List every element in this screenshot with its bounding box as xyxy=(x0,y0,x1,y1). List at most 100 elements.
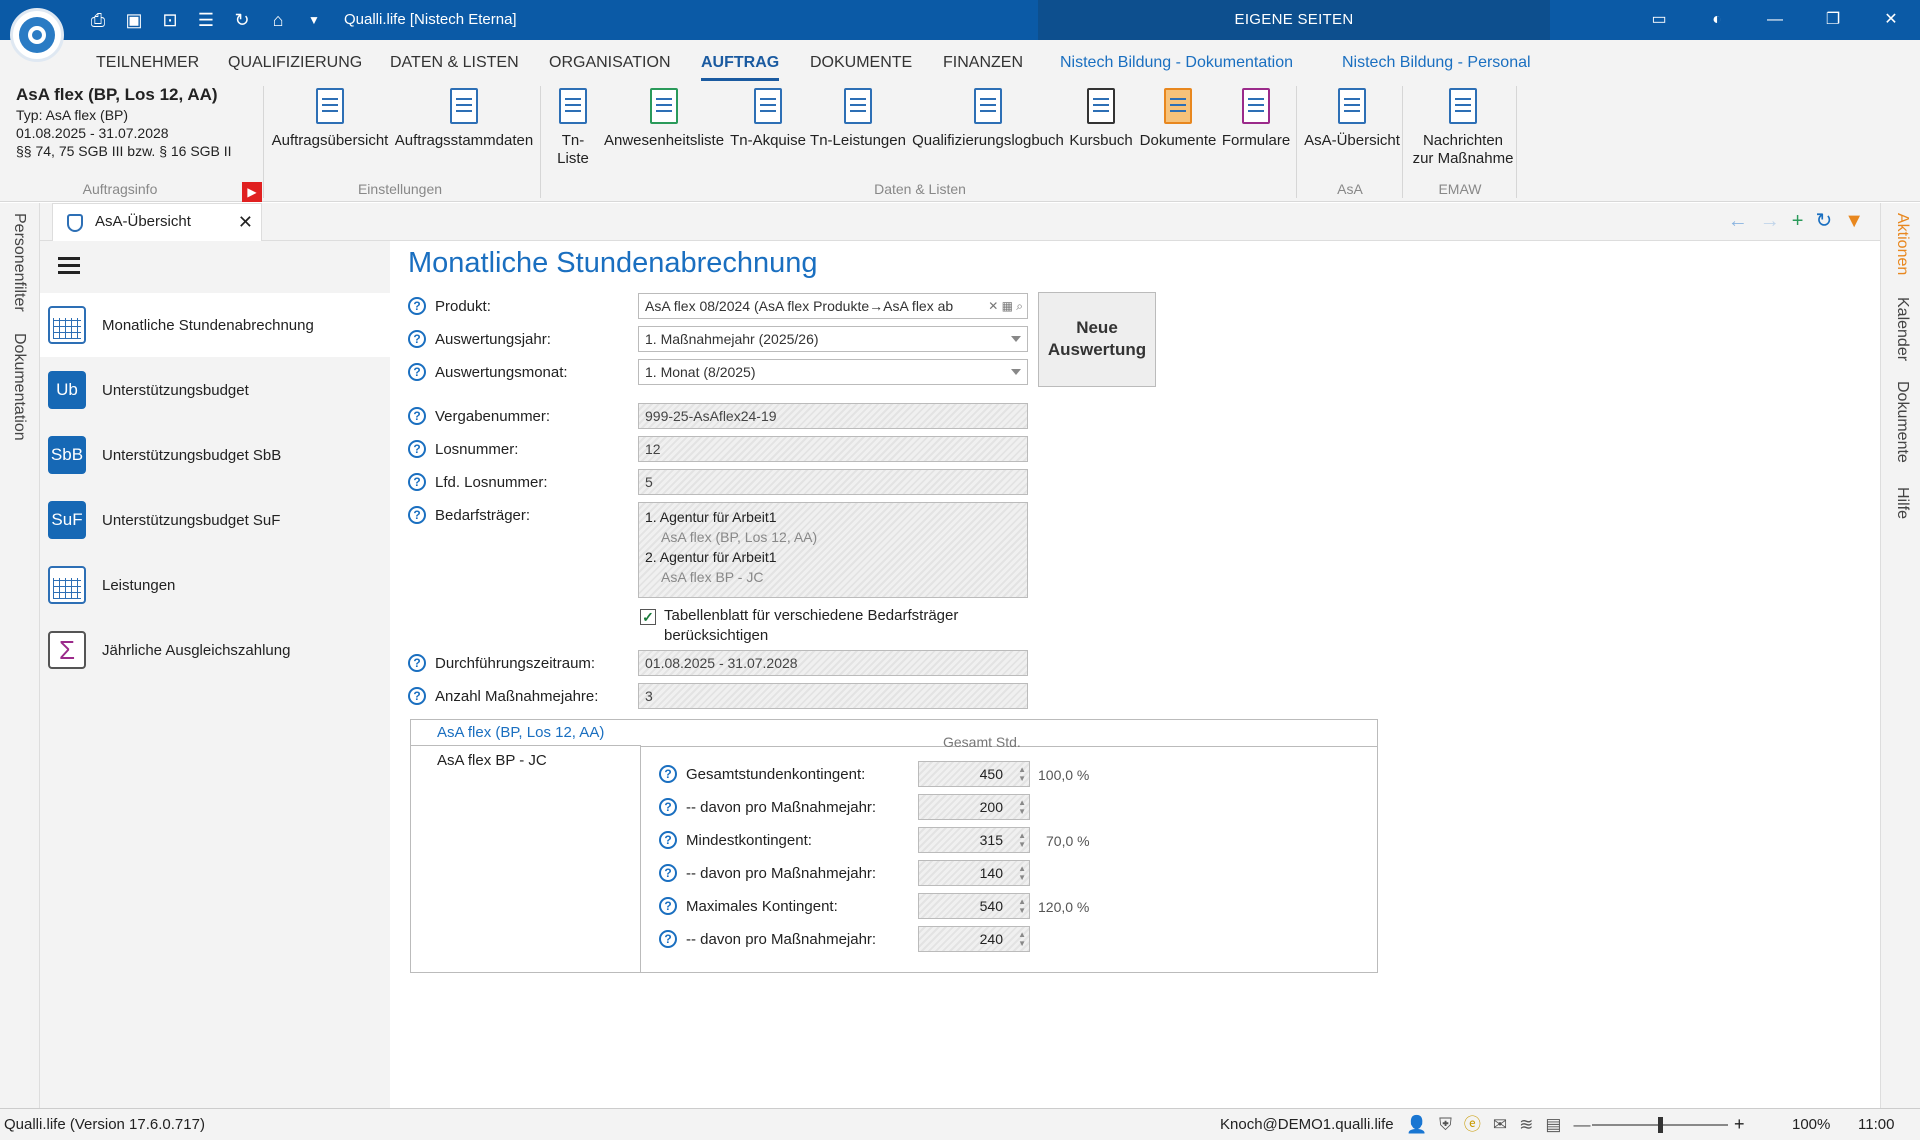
clear-search-icons[interactable]: ✕ ▦ ⌕ xyxy=(984,294,1023,318)
formulare-button[interactable]: Formulare xyxy=(1220,86,1292,150)
menu-teilnehmer[interactable]: TEILNEHMER xyxy=(96,54,199,72)
kontingent-value-field[interactable]: 200 ▲ ▼ xyxy=(918,794,1030,820)
play-icon[interactable]: ▶ xyxy=(242,182,262,202)
nachrichten-button[interactable]: Nachrichten zur Maßnahme xyxy=(1406,86,1520,168)
produkt-field[interactable]: AsA flex 08/2024 (AsA flex Produkte→AsA … xyxy=(638,293,1028,319)
help-icon[interactable]: ? xyxy=(659,864,677,882)
back-arrow-icon[interactable]: ← xyxy=(1728,211,1748,231)
hilfe-tab[interactable]: Hilfe xyxy=(1893,487,1911,519)
help-icon[interactable]: ? xyxy=(408,473,426,491)
help-icon[interactable]: ? xyxy=(408,506,426,524)
layout-icon[interactable]: ▤ xyxy=(1545,1115,1561,1135)
auswertungsjahr-select[interactable]: 1. Maßnahmejahr (2025/26) xyxy=(638,326,1028,352)
hamburger-menu-icon[interactable] xyxy=(58,257,80,260)
help-icon[interactable]: ? xyxy=(408,330,426,348)
app-logo[interactable] xyxy=(10,8,64,62)
help-icon[interactable]: ? xyxy=(408,654,426,672)
menu-auftrag[interactable]: AUFTRAG xyxy=(701,54,780,81)
dropdown-icon[interactable]: ▼ xyxy=(1844,211,1864,231)
help-icon[interactable]: ? xyxy=(659,930,677,948)
spinner-icon[interactable]: ▲ ▼ xyxy=(1018,930,1026,948)
help-icon[interactable]: ? xyxy=(659,798,677,816)
menu-organisation[interactable]: ORGANISATION xyxy=(549,54,671,72)
refresh-icon[interactable]: ↻ xyxy=(230,8,254,32)
kontingent-value-field[interactable]: 140 ▲ ▼ xyxy=(918,860,1030,886)
spinner-icon[interactable]: ▲ ▼ xyxy=(1018,864,1026,882)
menu-nistech-dokumentation[interactable]: Nistech Bildung - Dokumentation xyxy=(1060,54,1293,72)
tn-leistungen-button[interactable]: Tn-Leistungen xyxy=(808,86,908,150)
sidebar-item-jaehrliche-ausgleichszahlung[interactable]: Σ Jährliche Ausgleichszahlung xyxy=(40,618,390,682)
help-icon[interactable]: ? xyxy=(408,297,426,315)
spinner-icon[interactable]: ▲ ▼ xyxy=(1018,798,1026,816)
personenfilter-tab[interactable]: Personenfilter xyxy=(10,213,28,312)
tn-akquise-button[interactable]: Tn-Akquise xyxy=(728,86,808,150)
zoom-out-icon[interactable]: — xyxy=(1573,1115,1590,1135)
help-icon[interactable]: ? xyxy=(408,363,426,381)
chevron-down-icon[interactable]: ▼ xyxy=(302,8,326,32)
help-icon[interactable]: ? xyxy=(408,407,426,425)
print-icon[interactable]: ⎙ xyxy=(86,8,110,32)
help-icon[interactable]: ? xyxy=(408,687,426,705)
spinner-icon[interactable]: ▲ ▼ xyxy=(1018,831,1026,849)
sidebar-item-unterstuetzungsbudget-sbb[interactable]: SbB Unterstützungsbudget SbB xyxy=(40,423,390,487)
asa-uebersicht-button[interactable]: AsA-Übersicht xyxy=(1300,86,1404,150)
menu-nistech-personal[interactable]: Nistech Bildung - Personal xyxy=(1342,54,1531,72)
tabellenblatt-checkbox[interactable]: ✓ xyxy=(640,609,656,625)
help-icon[interactable]: ? xyxy=(659,831,677,849)
mail-icon[interactable]: ✉ xyxy=(1493,1115,1507,1135)
minimize-button[interactable]: — xyxy=(1746,0,1804,40)
close-button[interactable]: ✕ xyxy=(1862,0,1920,40)
help-icon[interactable]: ? xyxy=(408,440,426,458)
help-icon[interactable]: ? xyxy=(659,765,677,783)
checklist-icon[interactable]: ☰ xyxy=(194,8,218,32)
menu-daten-listen[interactable]: DATEN & LISTEN xyxy=(390,54,519,72)
home-icon[interactable]: ⌂ xyxy=(266,8,290,32)
dokumentation-tab[interactable]: Dokumentation xyxy=(10,333,28,441)
zoom-slider[interactable] xyxy=(1592,1117,1728,1133)
dokumente-button[interactable]: Dokumente xyxy=(1136,86,1220,150)
restore-button[interactable]: ❐ xyxy=(1804,0,1862,40)
reload-icon[interactable]: ↻ xyxy=(1815,211,1832,231)
user-icon[interactable]: 👤 xyxy=(1406,1115,1427,1135)
auswertungsmonat-select[interactable]: 1. Monat (8/2025) xyxy=(638,359,1028,385)
kontingent-value-field[interactable]: 315 ▲ ▼ xyxy=(918,827,1030,853)
tn-liste-button[interactable]: Tn-Liste xyxy=(546,86,600,168)
sidebar-item-unterstuetzungsbudget[interactable]: Ub Unterstützungsbudget xyxy=(40,358,390,422)
kontingent-value-field[interactable]: 240 ▲ ▼ xyxy=(918,926,1030,952)
zoom-slider-knob[interactable] xyxy=(1658,1117,1663,1133)
eigene-seiten-button[interactable]: EIGENE SEITEN xyxy=(1038,0,1550,40)
anwesenheitsliste-button[interactable]: Anwesenheitsliste xyxy=(604,86,724,150)
e-badge-icon[interactable]: ⓔ xyxy=(1464,1115,1481,1135)
menu-finanzen[interactable]: FINANZEN xyxy=(943,54,1023,72)
forward-arrow-icon[interactable]: → xyxy=(1760,211,1780,231)
save-icon[interactable]: ▣ xyxy=(122,8,146,32)
layout-icon[interactable]: ▭ xyxy=(1630,0,1688,40)
qualifizierungslogbuch-button[interactable]: Qualifizierungslogbuch xyxy=(910,86,1066,150)
lock-icon[interactable]: ⊡ xyxy=(158,8,182,32)
sidebar-item-monatliche-stundenabrechnung[interactable]: Monatliche Stundenabrechnung xyxy=(40,293,390,357)
kontingent-value-field[interactable]: 540 ▲ ▼ xyxy=(918,893,1030,919)
close-tab-icon[interactable]: ✕ xyxy=(238,204,253,240)
dokumente-tab[interactable]: Dokumente xyxy=(1893,381,1911,463)
panel-tab-bp-jc[interactable]: AsA flex BP - JC xyxy=(411,748,641,774)
kalender-tab[interactable]: Kalender xyxy=(1893,297,1911,361)
menu-dokumente[interactable]: DOKUMENTE xyxy=(810,54,912,72)
auftragsstammdaten-button[interactable]: Auftragsstammdaten xyxy=(394,86,534,150)
add-icon[interactable]: + xyxy=(1792,211,1804,231)
spinner-icon[interactable]: ▲ ▼ xyxy=(1018,897,1026,915)
aktionen-tab[interactable]: Aktionen xyxy=(1893,213,1911,275)
zoom-in-icon[interactable]: + xyxy=(1734,1114,1745,1135)
wifi-icon[interactable]: ≋ xyxy=(1519,1115,1533,1135)
shield-icon[interactable]: ⛨ xyxy=(1439,1115,1452,1135)
spinner-icon[interactable]: ▲ ▼ xyxy=(1018,765,1026,783)
sidebar-item-leistungen[interactable]: Leistungen xyxy=(40,553,390,617)
tab-asa-uebersicht[interactable]: AsA-Übersicht ✕ xyxy=(52,203,262,241)
kursbuch-button[interactable]: Kursbuch xyxy=(1068,86,1134,150)
panel-tab-bp-aa[interactable]: AsA flex (BP, Los 12, AA) xyxy=(411,720,641,746)
neue-auswertung-button[interactable]: Neue Auswertung xyxy=(1038,292,1156,387)
sidebar-item-unterstuetzungsbudget-suf[interactable]: SuF Unterstützungsbudget SuF xyxy=(40,488,390,552)
help-icon[interactable]: ? xyxy=(659,897,677,915)
menu-qualifizierung[interactable]: QUALIFIZIERUNG xyxy=(228,54,362,72)
contrast-icon[interactable]: ◐ xyxy=(1688,0,1746,40)
auftragsuebersicht-button[interactable]: Auftragsübersicht xyxy=(270,86,390,150)
